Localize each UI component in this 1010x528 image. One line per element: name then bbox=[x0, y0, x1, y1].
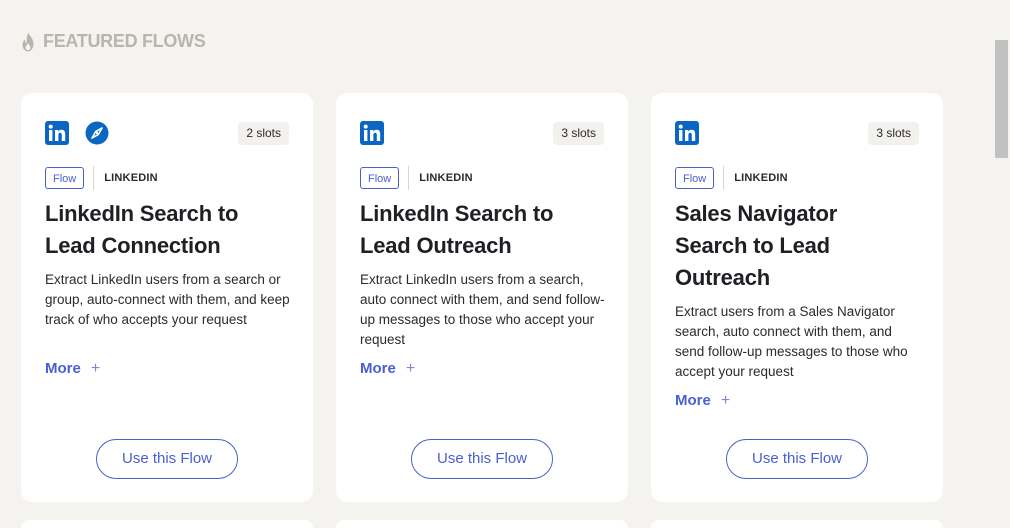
next-card-edge bbox=[21, 520, 313, 528]
card-icons bbox=[675, 121, 699, 145]
linkedin-icon bbox=[360, 121, 384, 145]
card-icons bbox=[45, 121, 109, 145]
more-link[interactable]: More + bbox=[45, 360, 100, 377]
slots-badge: 2 slots bbox=[238, 122, 289, 145]
next-card-edge bbox=[336, 520, 628, 528]
linkedin-icon bbox=[675, 121, 699, 145]
card-description: Extract LinkedIn users from a search, au… bbox=[360, 272, 605, 347]
card-description: Extract users from a Sales Navigator sea… bbox=[675, 304, 908, 379]
more-label: More bbox=[45, 360, 81, 377]
tag-divider bbox=[93, 166, 95, 190]
flame-icon bbox=[22, 32, 34, 51]
tag-divider bbox=[408, 166, 410, 190]
section-title: FEATURED FLOWS bbox=[43, 31, 206, 51]
featured-flows-page: FEATURED FLOWS 2 slots Flow LINKEDIN Lin… bbox=[0, 0, 1010, 528]
tag-row: Flow LINKEDIN bbox=[45, 166, 158, 190]
vertical-scrollbar[interactable] bbox=[993, 0, 1010, 528]
platform-tag: LINKEDIN bbox=[734, 172, 788, 184]
use-flow-button[interactable]: Use this Flow bbox=[411, 439, 553, 479]
platform-tag: LINKEDIN bbox=[104, 172, 158, 184]
flow-card[interactable]: 3 slots Flow LINKEDIN LinkedIn Search to… bbox=[336, 93, 628, 502]
tag-row: Flow LINKEDIN bbox=[675, 166, 788, 190]
use-flow-button[interactable]: Use this Flow bbox=[96, 439, 238, 479]
flow-tag: Flow bbox=[360, 167, 400, 189]
plus-icon: + bbox=[90, 359, 101, 377]
slots-badge: 3 slots bbox=[553, 122, 604, 145]
card-description: Extract LinkedIn users from a search or … bbox=[45, 272, 290, 327]
tag-divider bbox=[723, 166, 725, 190]
use-flow-button[interactable]: Use this Flow bbox=[726, 439, 868, 479]
linkedin-icon bbox=[45, 121, 69, 145]
card-title: LinkedIn Search to Lead Connection bbox=[45, 201, 239, 258]
more-link[interactable]: More + bbox=[675, 392, 730, 409]
platform-tag: LINKEDIN bbox=[419, 172, 473, 184]
next-card-edge bbox=[651, 520, 943, 528]
more-link[interactable]: More + bbox=[360, 360, 415, 377]
flow-card[interactable]: 3 slots Flow LINKEDIN Sales Navigator Se… bbox=[651, 93, 943, 502]
slots-badge: 3 slots bbox=[868, 122, 919, 145]
tag-row: Flow LINKEDIN bbox=[360, 166, 473, 190]
card-icons bbox=[360, 121, 384, 145]
flow-tag: Flow bbox=[45, 167, 85, 189]
compass-icon bbox=[85, 121, 109, 145]
plus-icon: + bbox=[720, 391, 731, 409]
section-header: FEATURED FLOWS bbox=[20, 31, 206, 52]
scrollbar-thumb[interactable] bbox=[995, 40, 1008, 158]
card-title: Sales Navigator Search to Lead Outreach bbox=[675, 201, 838, 290]
flow-card[interactable]: 2 slots Flow LINKEDIN LinkedIn Search to… bbox=[21, 93, 313, 502]
card-title: LinkedIn Search to Lead Outreach bbox=[360, 201, 554, 258]
flow-tag: Flow bbox=[675, 167, 715, 189]
plus-icon: + bbox=[405, 359, 416, 377]
more-label: More bbox=[360, 360, 396, 377]
more-label: More bbox=[675, 392, 711, 409]
